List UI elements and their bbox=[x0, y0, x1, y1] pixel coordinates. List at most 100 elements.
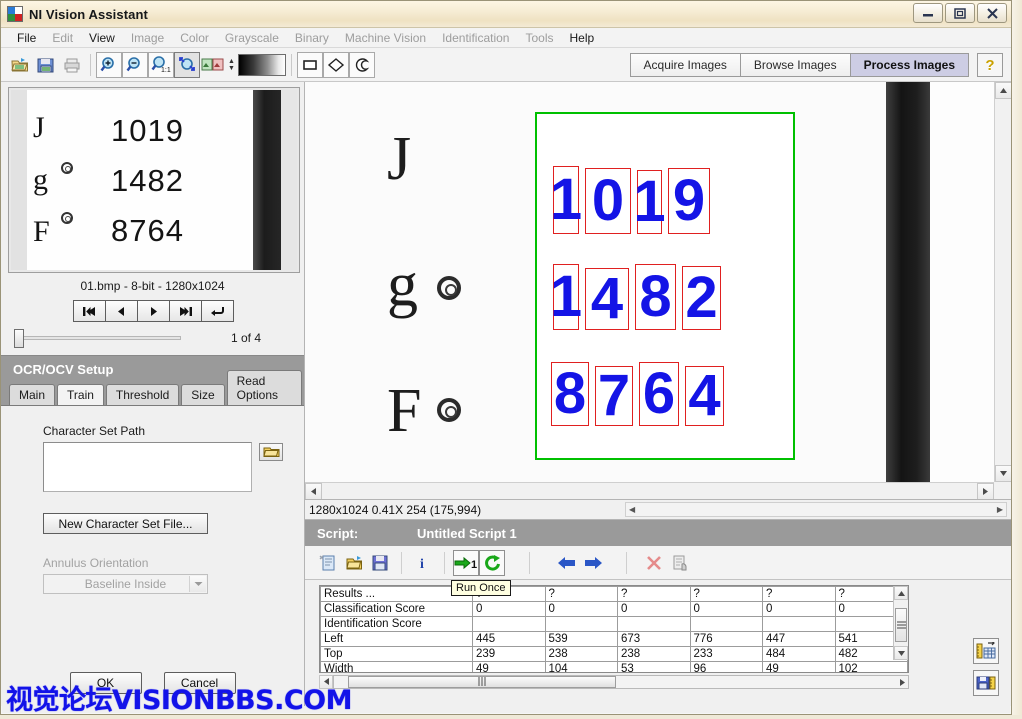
status-scroll-track[interactable]: ◀ ▶ bbox=[625, 502, 1007, 517]
zoom-actual-size-icon[interactable]: 1:1 bbox=[148, 52, 174, 78]
menu-image[interactable]: Image bbox=[123, 29, 172, 47]
first-image-button[interactable] bbox=[73, 300, 106, 322]
loop-image-button[interactable] bbox=[201, 300, 234, 322]
menu-grayscale[interactable]: Grayscale bbox=[217, 29, 287, 47]
menu-view[interactable]: View bbox=[81, 29, 123, 47]
table-row: Classification Score 0 0 0 0 0 0 bbox=[321, 602, 908, 617]
annulus-tool-icon[interactable] bbox=[349, 52, 375, 78]
save-results-icon[interactable] bbox=[973, 670, 999, 696]
ocr-char-box: 1 bbox=[553, 166, 579, 234]
character-set-path-input[interactable] bbox=[43, 442, 252, 492]
image-viewer[interactable]: J g F 1 0 1 9 bbox=[305, 82, 1011, 500]
viewer-horizontal-scrollbar[interactable] bbox=[305, 482, 994, 499]
ocr-char-box: 2 bbox=[682, 266, 721, 330]
tab-browse-images[interactable]: Browse Images bbox=[741, 54, 851, 76]
tab-size[interactable]: Size bbox=[181, 384, 224, 405]
ocr-char-box: 1 bbox=[553, 264, 579, 330]
zoom-in-icon[interactable] bbox=[96, 52, 122, 78]
menu-machine-vision[interactable]: Machine Vision bbox=[337, 29, 434, 47]
previous-image-button[interactable] bbox=[105, 300, 138, 322]
tab-process-images[interactable]: Process Images bbox=[851, 54, 968, 76]
image-thumbnail-frame[interactable]: J g F 1019 1482 8764 bbox=[8, 87, 300, 273]
save-script-icon[interactable] bbox=[367, 550, 393, 576]
image-compare-icon[interactable] bbox=[200, 52, 226, 78]
results-column-header: ? bbox=[545, 587, 618, 602]
scroll-down-icon[interactable] bbox=[995, 465, 1011, 482]
region-of-interest-box[interactable]: 1 0 1 9 1 4 8 2 bbox=[535, 112, 795, 460]
results-horizontal-scrollbar[interactable] bbox=[333, 675, 909, 689]
cell: 0 bbox=[618, 602, 691, 617]
ocr-char-box: 8 bbox=[551, 362, 589, 426]
menu-identification[interactable]: Identification bbox=[434, 29, 517, 47]
viewer-ring-2 bbox=[437, 398, 461, 422]
minimize-button[interactable] bbox=[913, 3, 943, 23]
close-button[interactable] bbox=[977, 3, 1007, 23]
zoom-out-icon[interactable] bbox=[122, 52, 148, 78]
grayscale-palette-icon[interactable] bbox=[238, 54, 286, 76]
results-column-header: ? bbox=[618, 587, 691, 602]
script-label: Script: bbox=[317, 526, 417, 541]
step-back-icon[interactable] bbox=[554, 550, 580, 576]
step-forward-icon[interactable] bbox=[580, 550, 606, 576]
tab-acquire-images[interactable]: Acquire Images bbox=[631, 54, 741, 76]
status-scroll-left-icon[interactable]: ◀ bbox=[626, 505, 638, 514]
annulus-orientation-label: Annulus Orientation bbox=[43, 556, 304, 570]
menu-tools[interactable]: Tools bbox=[517, 29, 561, 47]
menu-bar: File Edit View Image Color Grayscale Bin… bbox=[1, 28, 1011, 48]
folder-open-icon[interactable] bbox=[259, 443, 283, 461]
run-once-icon[interactable]: 1 bbox=[453, 550, 479, 576]
tab-threshold[interactable]: Threshold bbox=[106, 384, 179, 405]
status-scroll-right-icon[interactable]: ▶ bbox=[994, 505, 1006, 514]
ocr-char-box: 7 bbox=[595, 366, 633, 426]
maximize-button[interactable] bbox=[945, 3, 975, 23]
tab-train[interactable]: Train bbox=[57, 384, 104, 407]
rectangle-tool-icon[interactable] bbox=[297, 52, 323, 78]
menu-edit[interactable]: Edit bbox=[44, 29, 81, 47]
tab-main[interactable]: Main bbox=[9, 384, 55, 405]
window-controls bbox=[913, 3, 1007, 23]
menu-binary[interactable]: Binary bbox=[287, 29, 337, 47]
rotated-rect-tool-icon[interactable] bbox=[323, 52, 349, 78]
run-once-tooltip: Run Once bbox=[451, 580, 511, 596]
results-hscroll-thumb[interactable] bbox=[348, 676, 616, 688]
tab-read-options[interactable]: Read Options bbox=[227, 370, 302, 405]
scroll-left-icon[interactable] bbox=[305, 483, 322, 500]
help-icon[interactable]: ? bbox=[977, 53, 1003, 77]
zoom-to-fit-icon[interactable] bbox=[174, 52, 200, 78]
open-script-icon[interactable] bbox=[341, 550, 367, 576]
setup-tab-group: Main Train Threshold Size Read Options bbox=[1, 383, 304, 405]
next-image-button[interactable] bbox=[137, 300, 170, 322]
menu-help[interactable]: Help bbox=[562, 29, 603, 47]
menu-color[interactable]: Color bbox=[172, 29, 217, 47]
image-canvas[interactable]: J g F 1 0 1 9 bbox=[305, 82, 994, 482]
scroll-right-icon[interactable] bbox=[977, 483, 994, 500]
slider-handle[interactable] bbox=[14, 329, 24, 348]
results-scroll-up-icon[interactable] bbox=[894, 586, 908, 600]
scrollbar-corner bbox=[994, 482, 1011, 499]
cell: 233 bbox=[690, 647, 763, 662]
last-image-button[interactable] bbox=[169, 300, 202, 322]
results-vertical-scrollbar[interactable] bbox=[893, 586, 908, 660]
ocr-char-box: 6 bbox=[639, 362, 679, 426]
run-continuous-icon[interactable] bbox=[479, 550, 505, 576]
results-header-label: Results ... bbox=[321, 587, 473, 602]
save-image-icon[interactable] bbox=[33, 52, 59, 78]
chevron-down-icon[interactable] bbox=[189, 576, 206, 592]
results-scroll-down-icon[interactable] bbox=[894, 646, 908, 660]
menu-file[interactable]: File bbox=[9, 29, 44, 47]
results-scroll-thumb[interactable] bbox=[895, 608, 907, 642]
image-index-slider[interactable] bbox=[15, 336, 181, 340]
new-script-icon[interactable] bbox=[315, 550, 341, 576]
annulus-orientation-select[interactable]: Baseline Inside bbox=[43, 574, 208, 594]
new-character-set-file-button[interactable]: New Character Set File... bbox=[43, 513, 208, 534]
viewer-vertical-scrollbar[interactable] bbox=[994, 82, 1011, 482]
palette-stepper[interactable]: ▲▼ bbox=[228, 58, 235, 72]
application-root: NI Vision Assistant File Edit View Image… bbox=[0, 0, 1022, 719]
open-image-icon[interactable] bbox=[7, 52, 33, 78]
script-header: Script: Untitled Script 1 bbox=[305, 520, 1011, 546]
script-info-icon[interactable]: i bbox=[410, 550, 436, 576]
measure-table-icon[interactable] bbox=[973, 638, 999, 664]
cell bbox=[618, 617, 691, 632]
results-table-wrapper[interactable]: Results ... ? ? ? ? ? ? Classification S bbox=[319, 585, 909, 673]
scroll-up-icon[interactable] bbox=[995, 82, 1011, 99]
